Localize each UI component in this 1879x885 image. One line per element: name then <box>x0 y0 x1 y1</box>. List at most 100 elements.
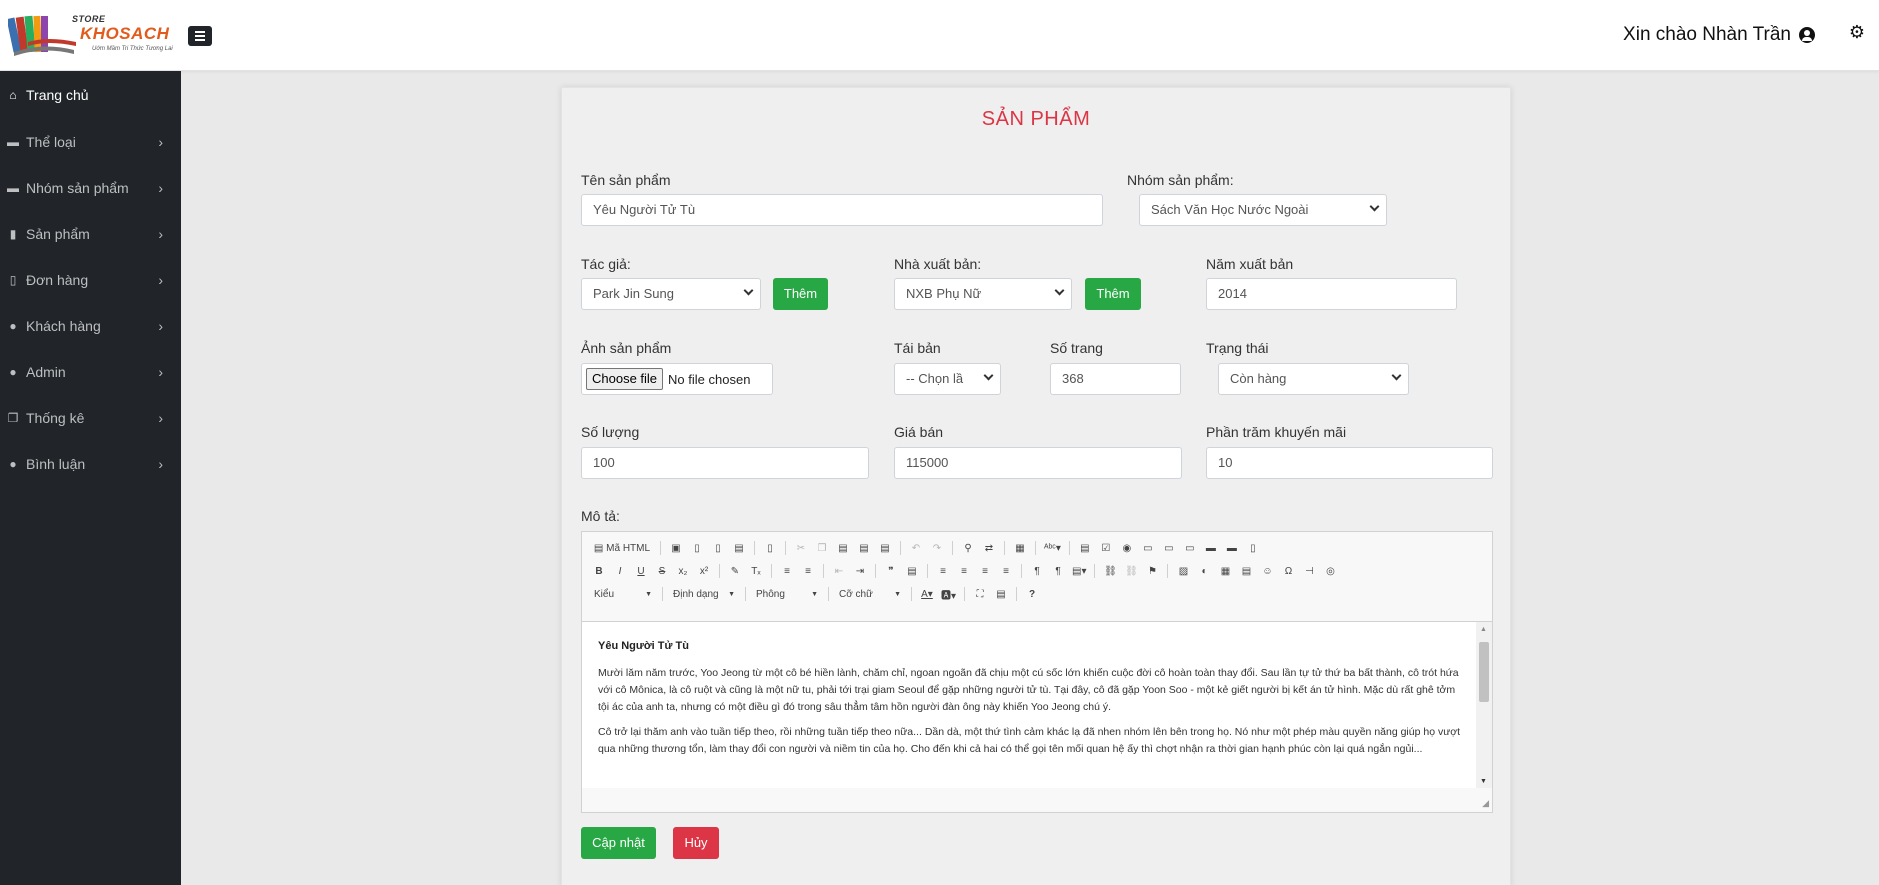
sidebar-item-home[interactable]: ⌂ Trang chủ <box>0 71 181 119</box>
sidebar-item-orders[interactable]: ▯ Đơn hàng › <box>0 257 181 303</box>
size-combo[interactable]: Cỡ chữ ▼ <box>835 585 905 603</box>
sidebar-item-categories[interactable]: ▬ Thể loại › <box>0 119 181 165</box>
rtl-icon[interactable]: ¶ <box>1049 562 1067 580</box>
preview-icon[interactable]: ▯ <box>709 539 727 557</box>
undo-icon[interactable]: ↶ <box>907 539 925 557</box>
sidebar-item-statistics[interactable]: ❐ Thống kê › <box>0 395 181 441</box>
ltr-icon[interactable]: ¶ <box>1028 562 1046 580</box>
find-icon[interactable]: ⚲ <box>959 539 977 557</box>
iframe-icon[interactable]: ◎ <box>1321 562 1339 580</box>
strikethrough-icon[interactable]: S <box>653 562 671 580</box>
sidebar-item-customers[interactable]: ● Khách hàng › <box>0 303 181 349</box>
font-combo[interactable]: Phông ▼ <box>752 585 822 603</box>
editor-scrollbar[interactable]: ▲ ▼ <box>1476 622 1492 788</box>
div-container-icon[interactable]: ▤ <box>903 562 921 580</box>
format-combo[interactable]: Định dạng ▼ <box>669 585 739 603</box>
publish-year-input[interactable]: 2014 <box>1206 278 1457 310</box>
print-icon[interactable]: ▤ <box>730 539 748 557</box>
image-icon[interactable]: ▨ <box>1174 562 1192 580</box>
remove-format-icon[interactable]: Tₓ <box>747 562 765 580</box>
link-icon[interactable]: ⛓ <box>1101 562 1119 580</box>
bulleted-list-icon[interactable]: ≡ <box>799 562 817 580</box>
publisher-select[interactable]: NXB Phụ Nữ <box>894 278 1072 310</box>
image-button-icon[interactable]: ▬ <box>1223 539 1241 557</box>
menu-toggle-button[interactable] <box>188 26 212 46</box>
align-left-icon[interactable]: ≡ <box>934 562 952 580</box>
button-field-icon[interactable]: ▬ <box>1202 539 1220 557</box>
hidden-field-icon[interactable]: ▯ <box>1244 539 1262 557</box>
product-group-select[interactable]: Sách Văn Học Nước Ngoài <box>1139 194 1387 226</box>
select-field-icon[interactable]: ▭ <box>1181 539 1199 557</box>
page-count-input[interactable]: 368 <box>1050 363 1181 395</box>
bold-icon[interactable]: B <box>590 562 608 580</box>
textarea-icon[interactable]: ▭ <box>1160 539 1178 557</box>
author-select[interactable]: Park Jin Sung <box>581 278 761 310</box>
paste-word-icon[interactable]: ▤ <box>876 539 894 557</box>
underline-icon[interactable]: U <box>632 562 650 580</box>
special-char-icon[interactable]: Ω <box>1279 562 1297 580</box>
radio-icon[interactable]: ◉ <box>1118 539 1136 557</box>
anchor-icon[interactable]: ⚑ <box>1143 562 1161 580</box>
replace-icon[interactable]: ⇄ <box>980 539 998 557</box>
gear-icon[interactable]: ⚙ <box>1849 23 1865 41</box>
cancel-button[interactable]: Hủy <box>673 827 719 859</box>
language-icon[interactable]: ▤▾ <box>1070 562 1088 580</box>
superscript-icon[interactable]: x² <box>695 562 713 580</box>
numbered-list-icon[interactable]: ≡ <box>778 562 796 580</box>
sidebar-item-comments[interactable]: ● Bình luận › <box>0 441 181 487</box>
new-page-icon[interactable]: ▯ <box>688 539 706 557</box>
choose-file-button[interactable]: Choose file <box>586 368 664 390</box>
paste-text-icon[interactable]: ▤ <box>855 539 873 557</box>
add-author-button[interactable]: Thêm <box>773 278 828 310</box>
store-logo[interactable]: STORE KHOSACH Uớm Mầm Tri Thức Tương Lai <box>8 10 180 60</box>
sidebar-item-product-groups[interactable]: ▬ Nhóm sản phẩm › <box>0 165 181 211</box>
maximize-icon[interactable]: ⛶ <box>971 585 989 603</box>
help-icon[interactable]: ? <box>1023 585 1041 603</box>
price-input[interactable]: 115000 <box>894 447 1182 479</box>
editor-content-area[interactable]: Yêu Người Tử Tù Mười lăm năm trước, Yoo … <box>582 621 1492 788</box>
paste-icon[interactable]: ▤ <box>834 539 852 557</box>
scroll-up-icon[interactable]: ▲ <box>1480 626 1487 633</box>
indent-icon[interactable]: ⇥ <box>851 562 869 580</box>
bg-color-icon[interactable]: 🅰▾ <box>939 585 958 603</box>
reprint-select[interactable]: -- Chọn lầ <box>894 363 1001 395</box>
status-select[interactable]: Còn hàng <box>1218 363 1409 395</box>
align-center-icon[interactable]: ≡ <box>955 562 973 580</box>
unlink-icon[interactable]: ⛓ <box>1122 562 1140 580</box>
scroll-down-icon[interactable]: ▼ <box>1480 778 1487 785</box>
table-icon[interactable]: ▦ <box>1216 562 1234 580</box>
add-publisher-button[interactable]: Thêm <box>1085 278 1141 310</box>
redo-icon[interactable]: ↷ <box>928 539 946 557</box>
show-blocks-icon[interactable]: ▤ <box>992 585 1010 603</box>
checkbox-icon[interactable]: ☑ <box>1097 539 1115 557</box>
source-button[interactable]: ▤ Mã HTML <box>590 539 654 557</box>
discount-input[interactable]: 10 <box>1206 447 1493 479</box>
textfield-icon[interactable]: ▭ <box>1139 539 1157 557</box>
cut-icon[interactable]: ✂ <box>792 539 810 557</box>
justify-icon[interactable]: ≡ <box>997 562 1015 580</box>
templates-icon[interactable]: ▯ <box>761 539 779 557</box>
page-break-icon[interactable]: ⊣ <box>1300 562 1318 580</box>
smiley-icon[interactable]: ☺ <box>1258 562 1276 580</box>
quantity-input[interactable]: 100 <box>581 447 869 479</box>
align-right-icon[interactable]: ≡ <box>976 562 994 580</box>
spellcheck-icon[interactable]: ᴬᵇᶜ▾ <box>1042 539 1063 557</box>
product-image-file-input[interactable]: Choose file No file chosen <box>581 363 773 395</box>
update-button[interactable]: Cập nhật <box>581 827 656 859</box>
scroll-thumb[interactable] <box>1479 642 1489 702</box>
outdent-icon[interactable]: ⇤ <box>830 562 848 580</box>
horizontal-line-icon[interactable]: ▤ <box>1237 562 1255 580</box>
text-color-icon[interactable]: A▾ <box>918 585 936 603</box>
resize-handle-icon[interactable]: ◢ <box>1482 798 1489 809</box>
flash-icon[interactable]: ◐ <box>1195 562 1213 580</box>
form-icon[interactable]: ▤ <box>1076 539 1094 557</box>
select-all-icon[interactable]: ▦ <box>1011 539 1029 557</box>
style-combo[interactable]: Kiểu ▼ <box>590 585 656 603</box>
blockquote-icon[interactable]: ❞ <box>882 562 900 580</box>
user-greeting[interactable]: Xin chào Nhàn Trần <box>1623 24 1815 46</box>
copy-format-icon[interactable]: ✎ <box>726 562 744 580</box>
sidebar-item-admin[interactable]: ● Admin › <box>0 349 181 395</box>
save-icon[interactable]: ▣ <box>667 539 685 557</box>
product-name-input[interactable]: Yêu Người Tử Tù <box>581 194 1103 226</box>
sidebar-item-products[interactable]: ▮ Sản phẩm › <box>0 211 181 257</box>
